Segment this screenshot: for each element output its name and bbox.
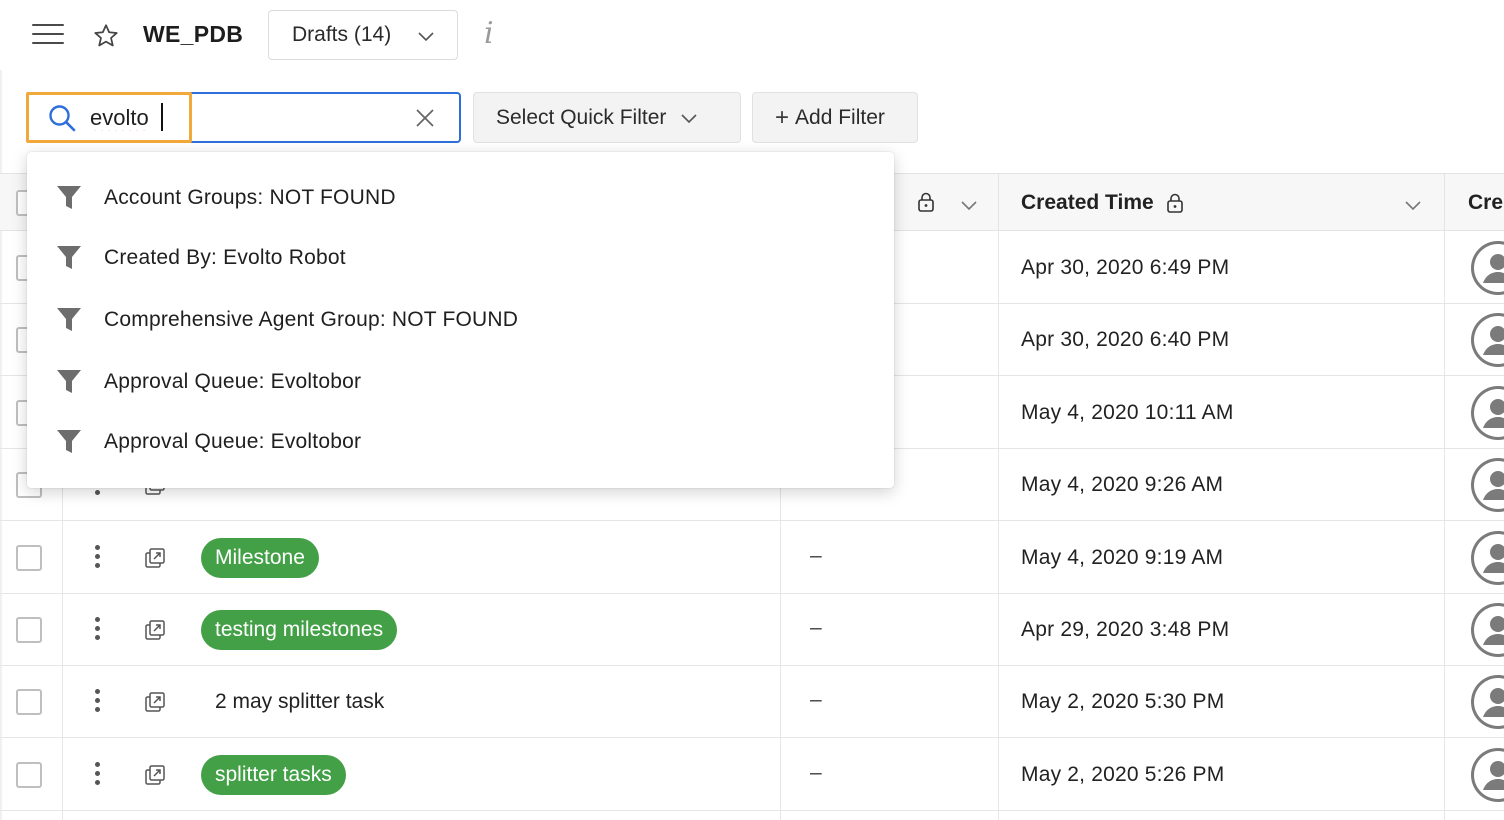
empty-value: –	[810, 760, 822, 784]
suggestion-item[interactable]: Account Groups: NOT FOUND	[27, 168, 894, 228]
lock-icon	[1166, 193, 1183, 213]
quick-filter-button[interactable]: Select Quick Filter	[473, 92, 741, 143]
suggestion-item[interactable]: Approval Queue: Evoltobor	[27, 352, 894, 412]
created-time-cell: May 4, 2020 10:11 AM	[1021, 400, 1234, 424]
user-avatar-icon[interactable]	[1471, 747, 1504, 802]
more-options-icon[interactable]	[92, 544, 102, 571]
created-time-cell: Apr 29, 2020 3:48 PM	[1021, 618, 1230, 641]
add-filter-label: Add Filter	[795, 105, 885, 129]
created-time-cell: Apr 30, 2020 6:40 PM	[1021, 328, 1230, 352]
user-avatar-icon[interactable]	[1471, 385, 1504, 440]
created-time-cell: May 2, 2020 5:26 PM	[1021, 762, 1225, 786]
column-header-label: Created Time	[1021, 191, 1154, 214]
filter-funnel-icon	[57, 308, 81, 331]
open-in-new-icon[interactable]	[144, 691, 166, 713]
row-checkbox[interactable]	[16, 617, 42, 643]
view-selector-label: Drafts (14)	[292, 23, 392, 46]
created-time-cell: May 4, 2020 9:19 AM	[1021, 545, 1224, 569]
user-avatar-icon[interactable]	[1471, 603, 1504, 657]
chevron-down-icon	[418, 32, 434, 42]
table-row[interactable]: testing milestones – Apr 29, 2020 3:48 PM	[0, 594, 1504, 666]
created-time-cell: May 2, 2020 5:30 PM	[1021, 690, 1225, 714]
search-icon	[49, 105, 76, 132]
table-row[interactable]: splitter tasks – May 2, 2020 5:26 PM	[0, 739, 1504, 811]
chevron-down-icon[interactable]	[960, 196, 978, 214]
column-header-created-time[interactable]: Created Time	[998, 174, 1444, 232]
suggestion-label: Created By: Evolto Robot	[104, 246, 346, 269]
row-checkbox[interactable]	[16, 689, 42, 716]
more-options-icon[interactable]	[92, 617, 102, 643]
view-selector-dropdown[interactable]: Drafts (14)	[268, 10, 458, 60]
created-time-cell: Apr 30, 2020 6:49 PM	[1021, 256, 1230, 279]
empty-value: –	[810, 688, 822, 712]
open-in-new-icon[interactable]	[144, 764, 166, 786]
suggestion-item[interactable]: Comprehensive Agent Group: NOT FOUND	[27, 290, 894, 350]
filter-funnel-icon	[57, 370, 81, 393]
lock-icon	[918, 192, 934, 212]
record-name-tag[interactable]: Milestone	[201, 537, 319, 578]
user-avatar-icon[interactable]	[1471, 675, 1504, 730]
suggestion-item[interactable]: Created By: Evolto Robot	[27, 228, 894, 288]
column-header-created-by[interactable]: Cre	[1444, 174, 1504, 232]
suggestion-label: Approval Queue: Evoltobor	[104, 370, 362, 393]
add-filter-button[interactable]: + Add Filter	[752, 92, 918, 143]
row-checkbox[interactable]	[16, 761, 42, 788]
suggestion-label: Comprehensive Agent Group: NOT FOUND	[104, 308, 519, 331]
empty-value: –	[810, 543, 822, 567]
record-name-tag[interactable]: splitter tasks	[201, 754, 346, 795]
plus-icon: +	[775, 103, 790, 131]
quick-filter-label: Select Quick Filter	[496, 105, 667, 129]
user-avatar-icon[interactable]	[1471, 458, 1504, 513]
more-options-icon[interactable]	[92, 689, 102, 715]
hamburger-menu-icon[interactable]	[32, 24, 64, 46]
table-row[interactable]: Milestone – May 4, 2020 9:19 AM	[0, 522, 1504, 594]
chevron-down-icon	[681, 113, 697, 123]
empty-value: –	[810, 616, 822, 639]
table-row[interactable]: 2 may splitter task – May 2, 2020 5:30 PM	[0, 666, 1504, 739]
page-title: WE_PDB	[143, 21, 244, 47]
suggestion-label: Approval Queue: Evoltobor	[104, 430, 362, 453]
star-icon[interactable]	[92, 22, 120, 50]
filter-funnel-icon	[57, 430, 81, 453]
text-caret	[161, 103, 163, 131]
created-time-cell: May 4, 2020 9:26 AM	[1021, 473, 1224, 497]
record-name[interactable]: 2 may splitter task	[215, 690, 384, 714]
app-header: WE_PDB Drafts (14) i	[0, 0, 1504, 70]
close-icon[interactable]	[414, 107, 436, 129]
filter-funnel-icon	[57, 246, 81, 269]
filter-funnel-icon	[57, 186, 81, 209]
row-checkbox[interactable]	[16, 544, 42, 571]
user-avatar-icon[interactable]	[1471, 530, 1504, 585]
open-in-new-icon[interactable]	[144, 547, 166, 569]
user-avatar-icon[interactable]	[1471, 241, 1504, 295]
user-avatar-icon[interactable]	[1471, 313, 1504, 368]
open-in-new-icon[interactable]	[144, 619, 166, 641]
column-header-hidden[interactable]	[900, 174, 998, 232]
search-suggestions-dropdown: Account Groups: NOT FOUND Created By: Evo…	[27, 152, 894, 488]
suggestion-label: Account Groups: NOT FOUND	[104, 186, 396, 209]
chevron-down-icon[interactable]	[1404, 196, 1422, 214]
column-header-label: Cre	[1468, 191, 1504, 214]
more-options-icon[interactable]	[92, 761, 102, 788]
search-input[interactable]	[90, 100, 390, 136]
info-icon[interactable]: i	[484, 16, 494, 51]
suggestion-item[interactable]: Approval Queue: Evoltobor	[27, 412, 894, 472]
record-name-tag[interactable]: testing milestones	[201, 610, 398, 650]
